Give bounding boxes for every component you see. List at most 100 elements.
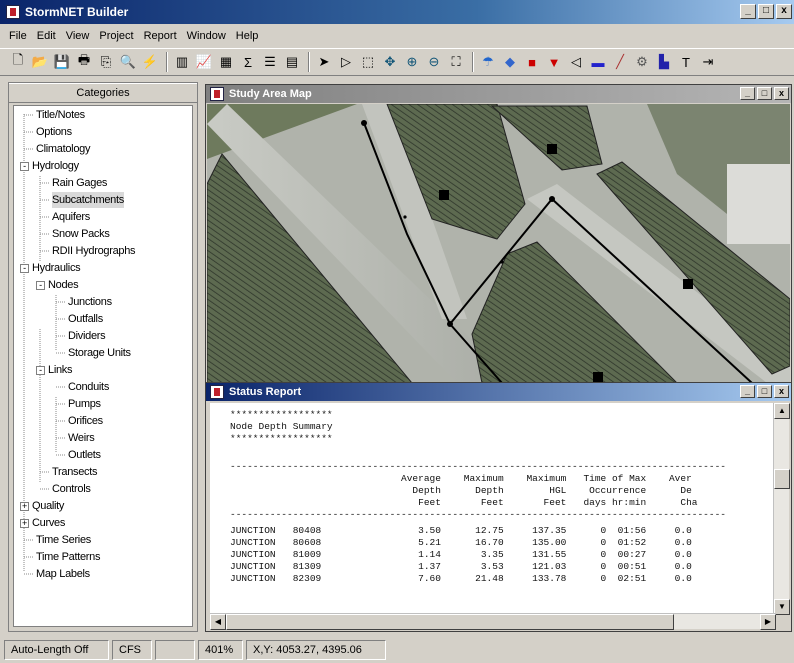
tree-item-junctions[interactable]: Junctions [68, 294, 112, 310]
collapse-icon[interactable]: - [36, 365, 45, 375]
auto-length-status[interactable]: Auto-Length Off [4, 640, 109, 660]
sum-icon[interactable]: Σ [238, 52, 258, 72]
run-icon[interactable]: ⚡ [140, 52, 160, 72]
tree-item-title-notes[interactable]: Title/Notes [36, 107, 85, 123]
props-icon[interactable]: ☰ [260, 52, 280, 72]
pump-icon[interactable]: ⚙ [632, 52, 652, 72]
tree-item-controls[interactable]: Controls [52, 481, 91, 497]
tree-item-outfalls[interactable]: Outfalls [68, 311, 103, 327]
new-icon[interactable]: 🗋 [8, 52, 28, 72]
menu-report[interactable]: Report [139, 30, 182, 42]
storage-icon[interactable]: ▬ [588, 52, 608, 72]
tree-item-hydrology[interactable]: - Hydrology [20, 158, 79, 174]
scroll-left-icon[interactable]: ◀ [210, 614, 226, 630]
subcatch-icon[interactable]: ◆ [500, 52, 520, 72]
open-icon[interactable]: 📂 [30, 52, 50, 72]
minimize-button[interactable]: _ [740, 4, 756, 19]
map-maximize-button[interactable]: □ [757, 87, 772, 100]
tree-item-rdii-hydrographs[interactable]: RDII Hydrographs [52, 243, 136, 259]
collapse-icon[interactable]: - [20, 263, 29, 273]
subcatchment-centroid[interactable] [439, 190, 449, 200]
menu-file[interactable]: File [4, 30, 32, 42]
scroll-up-icon[interactable]: ▲ [774, 403, 790, 419]
tree-item-hydraulics[interactable]: - Hydraulics [20, 260, 81, 276]
tree-item-conduits[interactable]: Conduits [68, 379, 109, 395]
zoom-out-icon[interactable]: ⊖ [424, 52, 444, 72]
junction-node[interactable] [361, 120, 367, 126]
subcatchment-centroid[interactable] [547, 144, 557, 154]
divider-icon[interactable]: ◁ [566, 52, 586, 72]
pan-icon[interactable]: ✥ [380, 52, 400, 72]
print-icon[interactable]: 🖶 [74, 52, 94, 72]
tree-item-weirs[interactable]: Weirs [68, 430, 95, 446]
copy-icon[interactable]: ⎘ [96, 52, 116, 72]
map-close-button[interactable]: x [774, 87, 789, 100]
scroll-down-icon[interactable]: ▼ [774, 599, 790, 615]
tree-item-pumps[interactable]: Pumps [68, 396, 101, 412]
tree-item-transects[interactable]: Transects [52, 464, 97, 480]
expand-icon[interactable]: + [20, 518, 29, 528]
select-region-icon[interactable]: ⬚ [358, 52, 378, 72]
full-extent-icon[interactable]: ⛶ [446, 52, 466, 72]
menu-project[interactable]: Project [94, 30, 138, 42]
menu-help[interactable]: Help [231, 30, 264, 42]
menu-view[interactable]: View [61, 30, 95, 42]
outfall-icon[interactable]: ▼ [544, 52, 564, 72]
horizontal-scroll-thumb[interactable] [226, 614, 674, 630]
report-vertical-scrollbar[interactable]: ▲ ▼ [773, 403, 790, 615]
tree-item-subcatchments[interactable]: Subcatchments [52, 192, 124, 208]
graph-icon[interactable]: 📈 [194, 52, 214, 72]
conduit-icon[interactable]: ╱ [610, 52, 630, 72]
tree-item-snow-packs[interactable]: Snow Packs [52, 226, 110, 242]
menu-edit[interactable]: Edit [32, 30, 61, 42]
map-canvas[interactable] [207, 104, 790, 383]
tree-item-map-labels[interactable]: Map Labels [36, 566, 90, 582]
layers-icon[interactable]: ▤ [282, 52, 302, 72]
expand-icon[interactable]: + [20, 501, 29, 511]
tree-item-curves[interactable]: + Curves [20, 515, 65, 531]
scroll-right-icon[interactable]: ▶ [760, 614, 776, 630]
tree-item-links[interactable]: - Links [36, 362, 72, 378]
pointer-icon[interactable]: ➤ [314, 52, 334, 72]
raingage-icon[interactable]: ☂ [478, 52, 498, 72]
junction-icon[interactable]: ■ [522, 52, 542, 72]
report-horizontal-scrollbar[interactable]: ◀ ▶ [210, 613, 776, 630]
tree-item-storage-units[interactable]: Storage Units [68, 345, 131, 361]
tree-item-time-series[interactable]: Time Series [36, 532, 91, 548]
junction-node[interactable] [549, 196, 555, 202]
map-minimize-button[interactable]: _ [740, 87, 755, 100]
collapse-icon[interactable]: - [20, 161, 29, 171]
tree-item-quality[interactable]: + Quality [20, 498, 64, 514]
outlet-icon[interactable]: ⇥ [698, 52, 718, 72]
report-close-button[interactable]: x [774, 385, 789, 398]
tree-item-rain-gages[interactable]: Rain Gages [52, 175, 107, 191]
report-text[interactable]: ****************** Node Depth Summary ****… [210, 403, 776, 615]
panel-icon[interactable]: ▥ [172, 52, 192, 72]
subcatchment-centroid[interactable] [683, 279, 693, 289]
tree-item-aquifers[interactable]: Aquifers [52, 209, 90, 225]
collapse-icon[interactable]: - [36, 280, 45, 290]
table-icon[interactable]: ▦ [216, 52, 236, 72]
tree-item-time-patterns[interactable]: Time Patterns [36, 549, 100, 565]
weir-icon[interactable]: ▙ [654, 52, 674, 72]
tree-item-dividers[interactable]: Dividers [68, 328, 106, 344]
tree-item-options[interactable]: Options [36, 124, 72, 140]
menu-window[interactable]: Window [182, 30, 231, 42]
close-button[interactable]: x [776, 4, 792, 19]
tree-item-climatology[interactable]: Climatology [36, 141, 90, 157]
find-icon[interactable]: 🔍 [118, 52, 138, 72]
tree-item-outlets[interactable]: Outlets [68, 447, 101, 463]
save-icon[interactable]: 💾 [52, 52, 72, 72]
tree-item-label: Outlets [68, 449, 101, 461]
vertical-scroll-thumb[interactable] [774, 469, 790, 489]
select-vertex-icon[interactable]: ▷ [336, 52, 356, 72]
report-maximize-button[interactable]: □ [757, 385, 772, 398]
junction-node[interactable] [447, 321, 453, 327]
zoom-in-icon[interactable]: ⊕ [402, 52, 422, 72]
subcatchment-centroid[interactable] [593, 372, 603, 382]
maximize-button[interactable]: □ [758, 4, 774, 19]
report-minimize-button[interactable]: _ [740, 385, 755, 398]
tree-item-nodes[interactable]: - Nodes [36, 277, 79, 293]
label-icon[interactable]: T [676, 52, 696, 72]
tree-item-orifices[interactable]: Orifices [68, 413, 103, 429]
